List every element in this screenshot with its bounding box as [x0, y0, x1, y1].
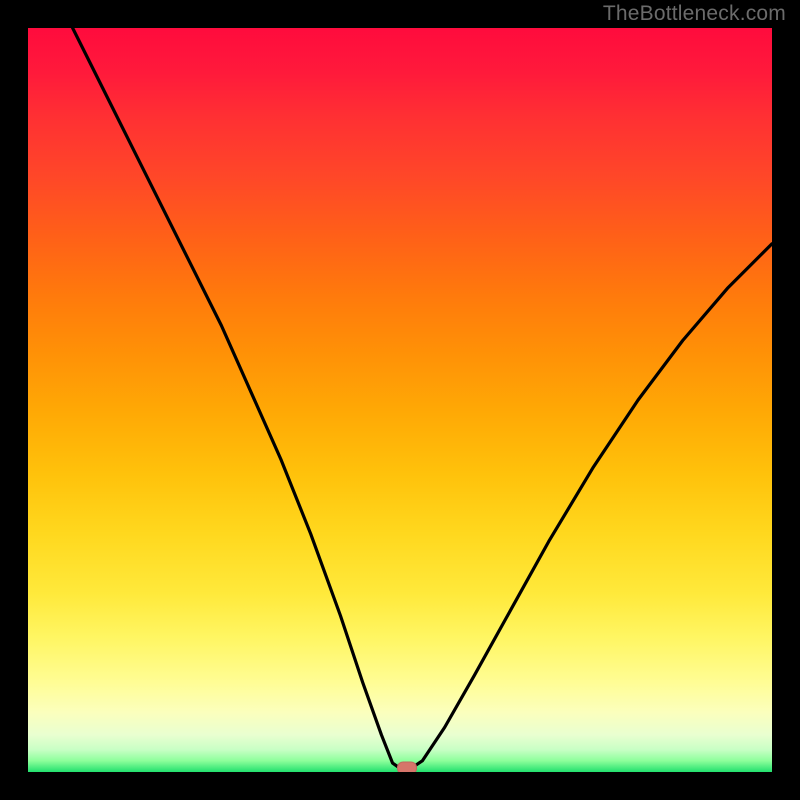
chart-container: TheBottleneck.com	[0, 0, 800, 800]
watermark-text: TheBottleneck.com	[603, 2, 786, 26]
minimum-marker	[397, 762, 417, 772]
plot-area	[28, 28, 772, 772]
bottleneck-curve	[73, 28, 772, 768]
curve-svg	[28, 28, 772, 772]
